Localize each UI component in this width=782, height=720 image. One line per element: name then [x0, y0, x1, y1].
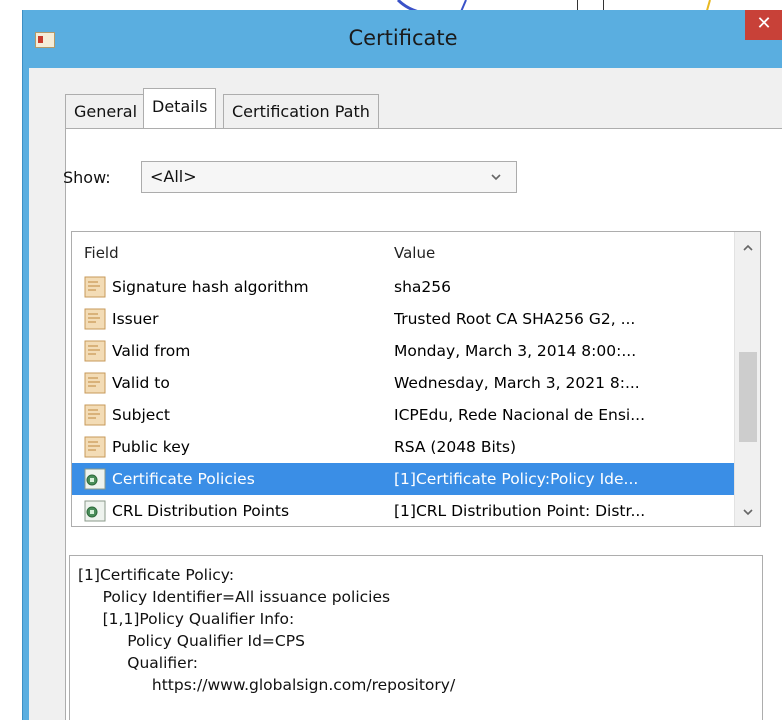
- field-name: Subject: [112, 406, 170, 424]
- field-name: Certificate Policies: [112, 470, 255, 488]
- window-title: Certificate: [348, 26, 458, 50]
- field-name: CRL Distribution Points: [112, 502, 290, 520]
- list-scrollbar[interactable]: [734, 232, 760, 526]
- field-value: Wednesday, March 3, 2021 8:...: [394, 374, 640, 392]
- scroll-down-icon[interactable]: [735, 500, 760, 524]
- field-row[interactable]: Issuer Trusted Root CA SHA256 G2, ...: [72, 303, 734, 335]
- certificate-dialog: Certificate ✕ General Details Certificat…: [22, 10, 782, 720]
- certificate-field-icon: [84, 276, 106, 298]
- chevron-down-icon: [490, 162, 502, 203]
- field-name: Valid to: [112, 374, 170, 392]
- certificate-extension-icon: [84, 500, 106, 522]
- field-name: Valid from: [112, 342, 191, 360]
- field-row[interactable]: Certificate Policies [1]Certificate Polic…: [72, 463, 734, 495]
- field-value: [1]Certificate Policy:Policy Ide...: [394, 470, 639, 488]
- certificate-field-icon: [84, 308, 106, 330]
- field-row[interactable]: Valid to Wednesday, March 3, 2021 8:...: [72, 367, 734, 399]
- tab-details[interactable]: Details: [143, 88, 217, 128]
- scroll-up-icon[interactable]: [735, 236, 760, 260]
- scroll-thumb[interactable]: [739, 352, 757, 442]
- close-button[interactable]: ✕: [745, 10, 782, 40]
- field-value: sha256: [394, 278, 451, 296]
- certificate-field-icon: [84, 404, 106, 426]
- field-row[interactable]: Subject ICPEdu, Rede Nacional de Ensi...: [72, 399, 734, 431]
- dialog-client-area: General Details Certification Path Show:…: [29, 68, 782, 720]
- tab-general[interactable]: General: [65, 94, 147, 128]
- field-value: ICPEdu, Rede Nacional de Ensi...: [394, 406, 646, 424]
- certificate-field-icon: [84, 372, 106, 394]
- show-dropdown-value: <All>: [150, 167, 197, 186]
- field-value: Trusted Root CA SHA256 G2, ...: [394, 310, 636, 328]
- field-name: Public key: [112, 438, 190, 456]
- field-row[interactable]: CRL Distribution Points [1]CRL Distributi…: [72, 495, 734, 526]
- column-header-value[interactable]: Value: [394, 244, 435, 262]
- certificate-field-icon: [84, 340, 106, 362]
- field-name: Issuer: [112, 310, 159, 328]
- field-value: RSA (2048 Bits): [394, 438, 516, 456]
- field-list[interactable]: Field Value Signature hash algorithm sha2…: [71, 231, 761, 527]
- field-value: Monday, March 3, 2014 8:00:...: [394, 342, 637, 360]
- field-detail-text[interactable]: [1]Certificate Policy: Policy Identifier…: [69, 555, 763, 720]
- field-value: [1]CRL Distribution Point: Distr...: [394, 502, 646, 520]
- show-dropdown[interactable]: <All>: [141, 161, 517, 193]
- field-row[interactable]: Valid from Monday, March 3, 2014 8:00:...: [72, 335, 734, 367]
- field-row[interactable]: Signature hash algorithm sha256: [72, 271, 734, 303]
- column-header-field[interactable]: Field: [84, 244, 119, 262]
- list-header: Field Value: [72, 232, 732, 272]
- screen: Certificate ✕ General Details Certificat…: [0, 0, 782, 720]
- show-label: Show:: [63, 168, 111, 187]
- field-name: Signature hash algorithm: [112, 278, 309, 296]
- field-row[interactable]: Public key RSA (2048 Bits): [72, 431, 734, 463]
- tab-certification-path[interactable]: Certification Path: [223, 94, 379, 128]
- certificate-extension-icon: [84, 468, 106, 490]
- certificate-field-icon: [84, 436, 106, 458]
- title-bar[interactable]: Certificate ✕: [23, 10, 782, 68]
